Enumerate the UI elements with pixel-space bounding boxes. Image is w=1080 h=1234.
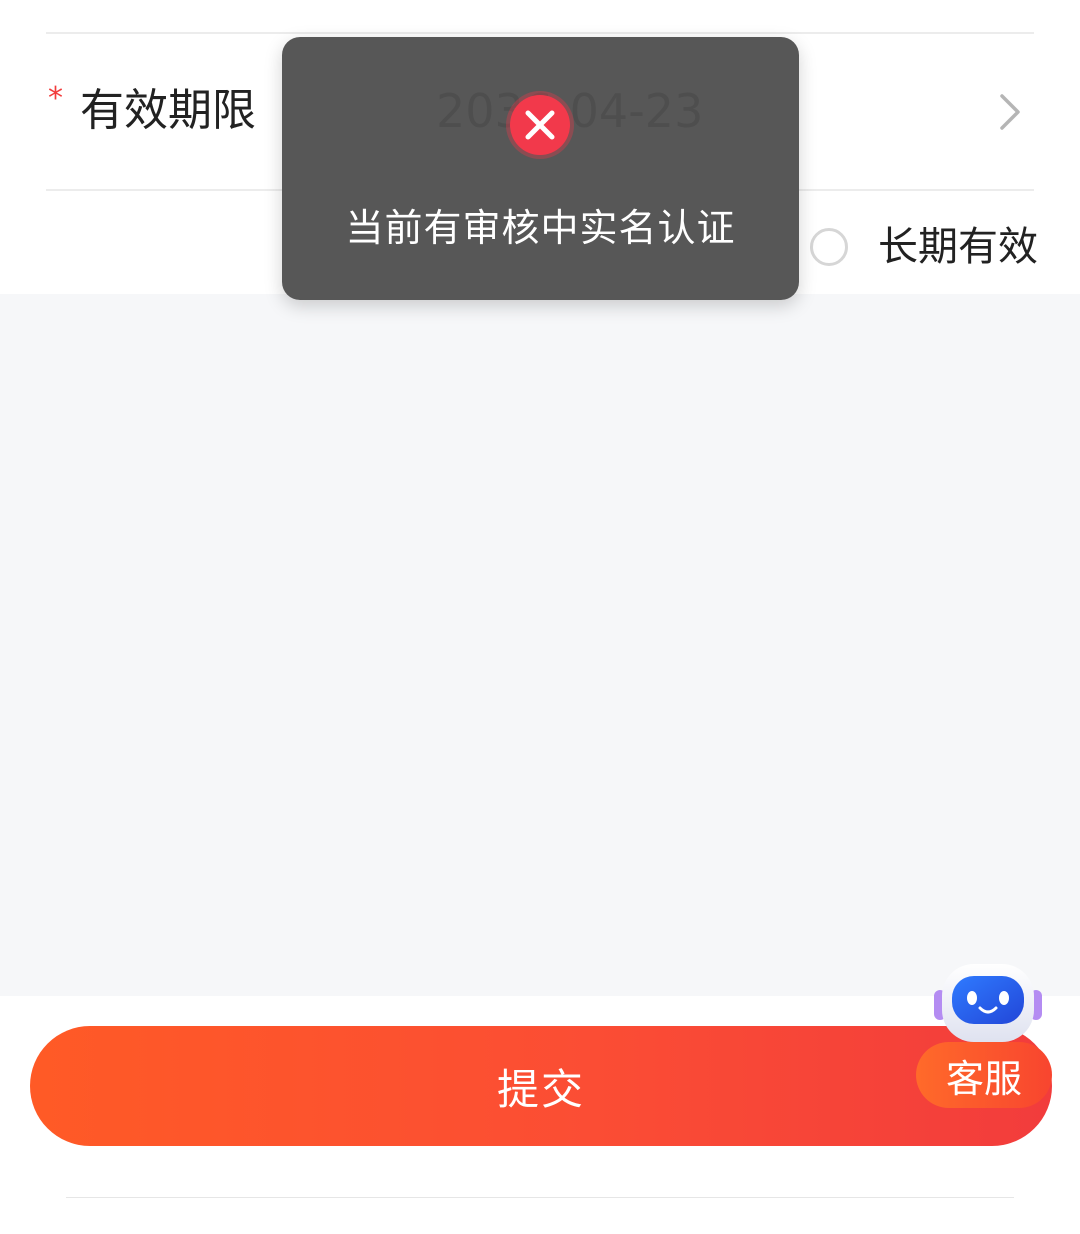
expiry-label: 有效期限 — [80, 85, 256, 136]
bottom-divider — [66, 1197, 1014, 1198]
content-background — [0, 294, 1080, 996]
error-close-icon — [506, 91, 574, 159]
toast-message: 当前有审核中实名认证 — [282, 37, 799, 300]
toast-text: 当前有审核中实名认证 — [345, 206, 736, 250]
customer-service-widget[interactable]: 客服 — [914, 960, 1054, 1116]
chevron-right-icon[interactable] — [992, 92, 1026, 132]
robot-icon — [934, 964, 1042, 1042]
long-term-option[interactable]: 长期有效 — [810, 218, 1038, 276]
customer-service-label[interactable]: 客服 — [916, 1042, 1052, 1108]
long-term-radio[interactable] — [810, 228, 848, 266]
submit-button[interactable]: 提交 — [30, 1026, 1052, 1146]
long-term-label: 长期有效 — [878, 224, 1038, 270]
required-mark: * — [48, 81, 63, 116]
